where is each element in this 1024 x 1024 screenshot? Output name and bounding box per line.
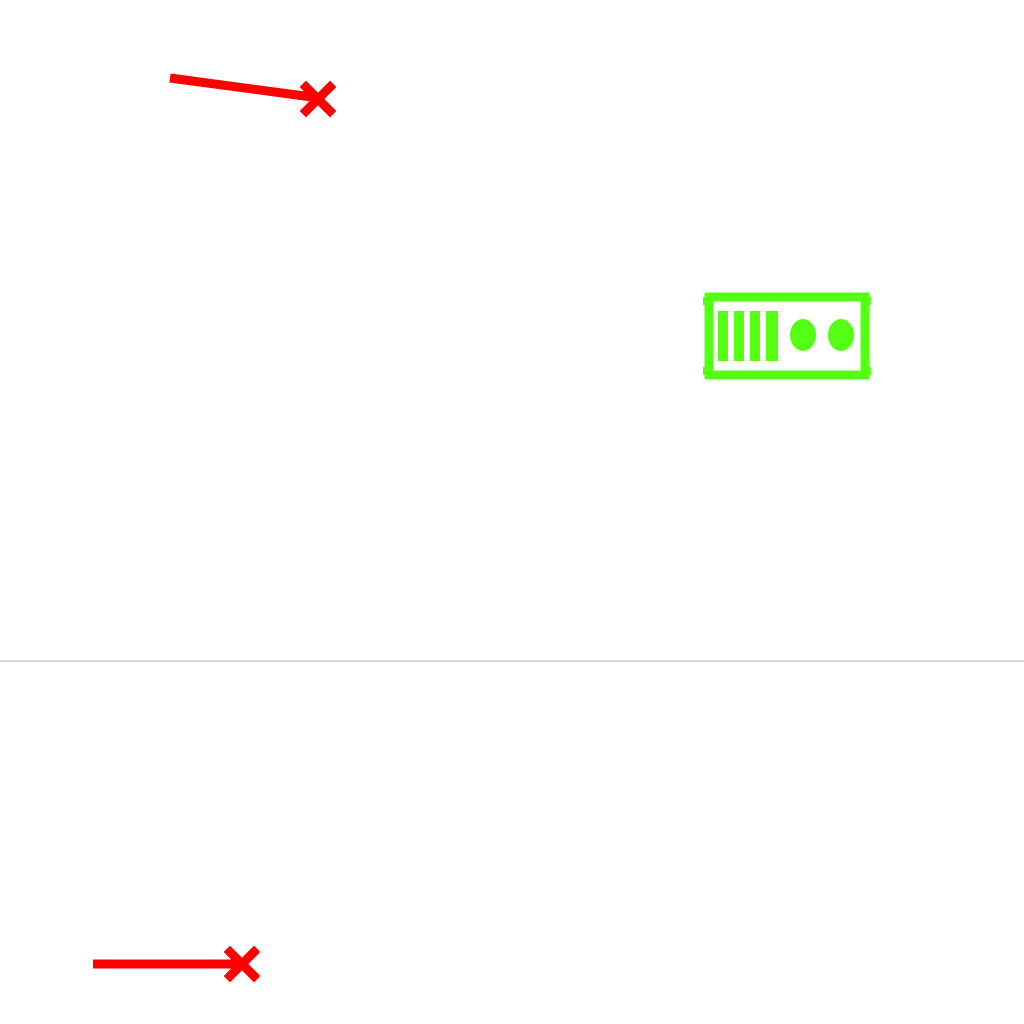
tank-tread-bar (766, 311, 778, 361)
tank-tread-bar (734, 311, 744, 361)
tank-corner-tl (703, 297, 709, 305)
tank-wheel (828, 319, 854, 351)
tank-corner-bl (703, 367, 709, 375)
tank-tread-bar (718, 311, 728, 361)
tank-tread-bar (750, 311, 760, 361)
scene-background (0, 0, 1024, 1024)
tank-wheel (790, 319, 816, 351)
tank-corner-tr (865, 297, 871, 305)
tank-corner-br (865, 367, 871, 375)
game-scene (0, 0, 1024, 1024)
